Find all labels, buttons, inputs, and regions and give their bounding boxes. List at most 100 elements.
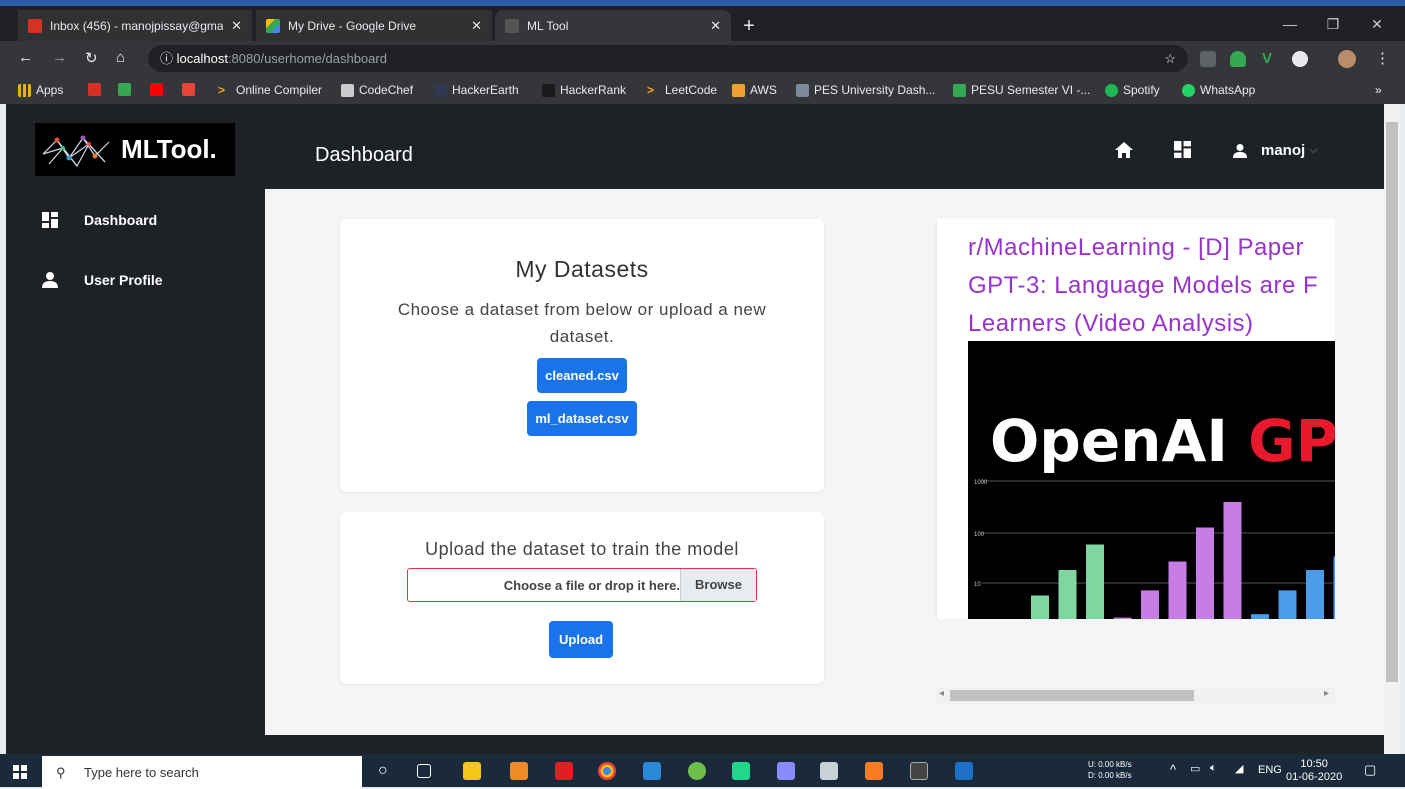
close-tab-icon[interactable]: ✕: [471, 18, 482, 34]
close-tab-icon[interactable]: ✕: [231, 18, 242, 34]
profile-avatar[interactable]: [1338, 50, 1356, 68]
extension-icon[interactable]: [1200, 51, 1216, 67]
new-tab-button[interactable]: +: [738, 16, 760, 38]
bookmark-star-icon[interactable]: ☆: [1164, 45, 1176, 72]
home-icon[interactable]: [1115, 142, 1133, 158]
terminal-icon[interactable]: [910, 762, 928, 780]
file-explorer-icon[interactable]: [463, 762, 481, 780]
task-view-icon[interactable]: [417, 764, 431, 778]
acrobat-icon[interactable]: [555, 762, 573, 780]
battery-icon[interactable]: ▭: [1190, 762, 1200, 775]
maximize-button[interactable]: ❐: [1318, 10, 1348, 38]
back-icon[interactable]: ←: [18, 49, 33, 66]
bookmark-apps[interactable]: Apps: [18, 83, 63, 97]
pycharm-icon[interactable]: [732, 762, 750, 780]
thumbnail-bar-chart: 1000 100 10: [974, 480, 1335, 619]
whatsapp-icon: [1182, 83, 1195, 97]
bookmark-aws[interactable]: AWS: [732, 83, 777, 97]
browse-button[interactable]: Browse: [680, 569, 756, 601]
info-icon[interactable]: ⓘ: [160, 51, 177, 66]
reddit-embed[interactable]: r/MachineLearning - [D] Paper GPT-3: Lan…: [935, 219, 1335, 619]
wifi-icon[interactable]: ◢: [1235, 762, 1243, 775]
bookmark-hackerearth[interactable]: HackerEarth: [434, 83, 519, 97]
embed-title-link[interactable]: r/MachineLearning - [D] Paper GPT-3: Lan…: [968, 229, 1335, 343]
bookmark-drive[interactable]: [118, 83, 136, 96]
close-tab-icon[interactable]: ✕: [710, 18, 721, 34]
dataset-button-cleaned[interactable]: cleaned.csv: [537, 358, 627, 393]
file-input[interactable]: Choose a file or drop it here. Browse: [407, 568, 757, 602]
dashboard-icon[interactable]: [1174, 141, 1191, 158]
embed-thumbnail[interactable]: OpenAI GPT 100010010: [968, 341, 1335, 619]
chevron-up-icon[interactable]: ^: [1170, 762, 1176, 777]
bookmark-spotify[interactable]: Spotify: [1105, 83, 1160, 97]
horizontal-scrollbar[interactable]: ◂ ▸: [935, 687, 1335, 704]
bookmark-gmail[interactable]: [88, 83, 106, 96]
vscode-icon[interactable]: [643, 762, 661, 780]
bookmark-youtube[interactable]: [150, 83, 168, 96]
sidebar-item-dashboard[interactable]: Dashboard: [42, 212, 157, 228]
volume-icon[interactable]: 🔈︎: [1210, 762, 1217, 775]
spotify-icon: [1105, 83, 1118, 97]
sublime-icon[interactable]: [510, 762, 528, 780]
menu-icon[interactable]: ⋮: [1375, 49, 1390, 67]
bookmark-leetcode[interactable]: > LeetCode: [647, 83, 717, 97]
scrollbar-thumb[interactable]: [950, 690, 1194, 701]
tab-gmail[interactable]: Inbox (456) - manojpissay@gmai ✕: [18, 10, 252, 41]
upload-button[interactable]: Upload: [549, 621, 614, 658]
incognito-extension-icon[interactable]: [1292, 51, 1308, 67]
mltool-logo[interactable]: MLTool.: [35, 123, 235, 176]
anaconda-icon[interactable]: [688, 762, 706, 780]
chevron-down-icon: ⌵: [1309, 144, 1318, 156]
scrollbar-thumb[interactable]: [1386, 122, 1398, 682]
bookmark-whatsapp[interactable]: WhatsApp: [1182, 83, 1255, 97]
bookmark-pes-dashboard[interactable]: PES University Dash...: [796, 83, 935, 97]
bookmark-codechef[interactable]: CodeChef: [341, 83, 413, 97]
user-menu[interactable]: manoj ⌵: [1233, 142, 1318, 159]
browser-tab-strip: Inbox (456) - manojpissay@gmai ✕ My Driv…: [0, 0, 1405, 41]
drive-icon: [266, 18, 280, 33]
datasets-subtitle: Choose a dataset from below or upload a …: [397, 300, 767, 346]
datasets-title: My Datasets: [515, 256, 649, 282]
user-icon: [1233, 143, 1247, 158]
chart-bar: [1141, 590, 1159, 619]
address-bar[interactable]: ⓘ localhost:8080/userhome/dashboard ☆: [148, 45, 1188, 72]
virtualbox-icon[interactable]: [820, 762, 838, 780]
dashboard-icon: [42, 212, 58, 228]
chart-tick-label: 1000: [974, 480, 988, 486]
language-indicator[interactable]: ENG: [1258, 764, 1282, 776]
minimize-button[interactable]: —: [1275, 10, 1305, 38]
bookmark-hackerrank[interactable]: HackerRank: [542, 83, 626, 97]
sidebar-item-user-profile[interactable]: User Profile: [42, 272, 163, 288]
forward-icon[interactable]: →: [52, 49, 67, 66]
intellij-icon[interactable]: [777, 762, 795, 780]
aws-icon: [732, 83, 745, 97]
powershell-icon[interactable]: [955, 762, 973, 780]
tab-google-drive[interactable]: My Drive - Google Drive ✕: [256, 10, 492, 41]
vertical-scrollbar[interactable]: [1384, 104, 1400, 754]
bookmark-online-compiler[interactable]: > Online Compiler: [218, 83, 322, 97]
scroll-right-icon[interactable]: ▸: [1324, 688, 1329, 699]
tab-ml-tool[interactable]: ML Tool ✕: [495, 10, 731, 41]
bookmark-news[interactable]: [182, 83, 200, 96]
scroll-left-icon[interactable]: ◂: [939, 688, 944, 699]
search-icon: ⚲: [56, 765, 66, 780]
bookmarks-overflow[interactable]: »: [1375, 83, 1382, 97]
user-icon: [42, 272, 58, 288]
gmail-icon: [28, 18, 42, 33]
notifications-icon[interactable]: ▢: [1364, 762, 1376, 778]
home-icon[interactable]: ⌂: [116, 49, 125, 66]
cortana-icon[interactable]: ○: [378, 762, 396, 780]
top-navbar: Dashboard manoj ⌵: [265, 104, 1384, 189]
taskbar-search[interactable]: ⚲ Type here to search: [42, 756, 362, 789]
close-window-button[interactable]: ✕: [1362, 10, 1392, 38]
clock[interactable]: 10:50 01-06-2020: [1286, 758, 1342, 784]
v-extension-icon[interactable]: V: [1262, 51, 1278, 67]
reload-icon[interactable]: ↻: [85, 49, 98, 67]
dataset-button-ml-dataset[interactable]: ml_dataset.csv: [527, 401, 637, 436]
chrome-icon[interactable]: [598, 762, 616, 780]
windows-start-icon[interactable]: [13, 765, 27, 779]
datasets-card: My Datasets Choose a dataset from below …: [340, 219, 824, 492]
xampp-icon[interactable]: [865, 762, 883, 780]
bookmark-pesu-semester[interactable]: PESU Semester VI -...: [953, 83, 1090, 97]
shield-extension-icon[interactable]: [1230, 51, 1246, 67]
